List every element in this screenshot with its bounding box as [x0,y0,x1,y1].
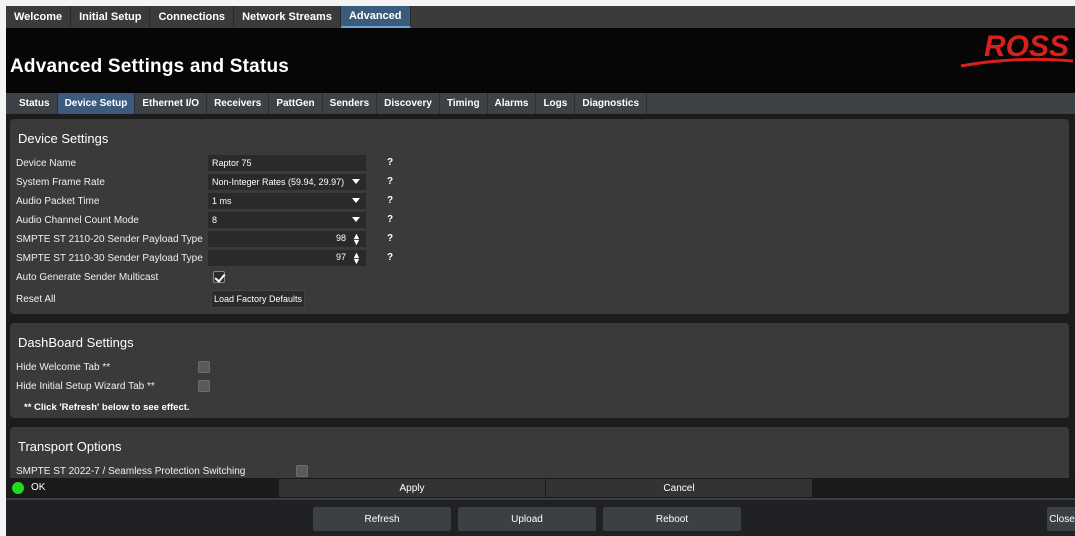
audio-packet-select[interactable]: 1 ms [208,193,366,209]
subtab-timing[interactable]: Timing [440,93,488,114]
st2022-checkbox[interactable] [296,465,308,477]
app-window: Welcome Initial Setup Connections Networ… [6,6,1075,536]
ross-logo: ROSS [960,30,1074,68]
st2110-20-help-icon[interactable]: ? [384,233,396,244]
transport-options-title: Transport Options [18,439,122,454]
chevron-down-icon [352,179,360,184]
apply-button[interactable]: Apply [279,479,545,497]
cancel-button[interactable]: Cancel [546,479,812,497]
refresh-button[interactable]: Refresh [313,507,451,531]
hide-welcome-checkbox[interactable] [198,361,210,373]
audio-packet-value: 1 ms [212,196,232,206]
dashboard-settings-title: DashBoard Settings [18,335,134,350]
frame-rate-label: System Frame Rate [16,176,105,188]
subtab-device-setup[interactable]: Device Setup [57,93,136,114]
status-text: OK [31,482,46,493]
hide-welcome-label: Hide Welcome Tab ** [16,361,111,373]
channel-count-value: 8 [212,215,218,225]
page-title: Advanced Settings and Status [10,56,290,77]
device-settings-title: Device Settings [18,131,109,146]
st2022-label: SMPTE ST 2022-7 / Seamless Protection Sw… [16,465,246,477]
bottom-button-bar: Refresh Upload Reboot Close [6,498,1075,536]
frame-rate-select[interactable]: Non-Integer Rates (59.94, 29.97) [208,174,366,190]
reboot-button[interactable]: Reboot [603,507,741,531]
top-tab-bar: Welcome Initial Setup Connections Networ… [6,6,1075,28]
audio-packet-help-icon[interactable]: ? [384,195,396,206]
status-ok-icon [12,482,24,494]
reset-all-label: Reset All [16,293,56,305]
channel-count-label: Audio Channel Count Mode [16,214,139,226]
dashboard-settings-panel: DashBoard Settings Hide Welcome Tab ** H… [10,323,1069,418]
auto-multicast-checkbox[interactable] [213,271,225,283]
sub-tab-bar: Status Device Setup Ethernet I/O Receive… [6,93,1075,114]
subtab-receivers[interactable]: Receivers [207,93,270,114]
audio-packet-label: Audio Packet Time [16,195,100,207]
spinner-arrows-icon[interactable]: ▲ ▼ [352,232,361,247]
subtab-diagnostics[interactable]: Diagnostics [575,93,648,114]
tab-welcome[interactable]: Welcome [6,6,72,28]
subtab-logs[interactable]: Logs [536,93,576,114]
frame-rate-help-icon[interactable]: ? [384,176,396,187]
status-bar: OK Apply Cancel [6,478,1075,498]
tab-network-streams[interactable]: Network Streams [234,6,341,28]
subtab-senders[interactable]: Senders [323,93,378,114]
st2110-20-stepper[interactable]: 98 ▲ ▼ [208,231,366,247]
tab-connections[interactable]: Connections [150,6,235,28]
device-settings-panel: Device Settings Device Name Raptor 75 ? … [10,119,1069,314]
close-button[interactable]: Close [1047,507,1075,531]
device-name-help-icon[interactable]: ? [384,157,396,168]
st2110-30-label: SMPTE ST 2110-30 Sender Payload Type [16,252,203,264]
spinner-arrows-icon[interactable]: ▲ ▼ [352,251,361,266]
refresh-note: ** Click 'Refresh' below to see effect. [24,402,190,413]
subtab-discovery[interactable]: Discovery [377,93,440,114]
channel-count-select[interactable]: 8 [208,212,366,228]
frame-rate-value: Non-Integer Rates (59.94, 29.97) [212,177,345,187]
subtab-alarms[interactable]: Alarms [488,93,537,114]
transport-options-panel: Transport Options SMPTE ST 2022-7 / Seam… [10,427,1069,478]
channel-count-help-icon[interactable]: ? [384,214,396,225]
st2110-30-help-icon[interactable]: ? [384,252,396,263]
chevron-down-icon [352,198,360,203]
upload-button[interactable]: Upload [458,507,596,531]
tab-initial-setup[interactable]: Initial Setup [71,6,151,28]
st2110-20-label: SMPTE ST 2110-20 Sender Payload Type [16,233,203,245]
st2110-30-value: 97 [335,252,346,262]
hide-wizard-checkbox[interactable] [198,380,210,392]
st2110-20-value: 98 [335,233,346,243]
auto-multicast-label: Auto Generate Sender Multicast [16,271,159,283]
load-factory-defaults-button[interactable]: Load Factory Defaults [211,290,305,308]
hide-wizard-label: Hide Initial Setup Wizard Tab ** [16,380,155,392]
st2110-30-stepper[interactable]: 97 ▲ ▼ [208,250,366,266]
subtab-pattgen[interactable]: PattGen [269,93,323,114]
settings-content[interactable]: Device Settings Device Name Raptor 75 ? … [6,114,1075,478]
chevron-down-icon [352,217,360,222]
tab-advanced[interactable]: Advanced [340,6,411,28]
device-name-input[interactable]: Raptor 75 [208,155,366,171]
header: Advanced Settings and Status ROSS [6,28,1075,93]
subtab-ethernet-io[interactable]: Ethernet I/O [135,93,208,114]
device-name-label: Device Name [16,157,77,169]
subtab-status[interactable]: Status [12,93,58,114]
